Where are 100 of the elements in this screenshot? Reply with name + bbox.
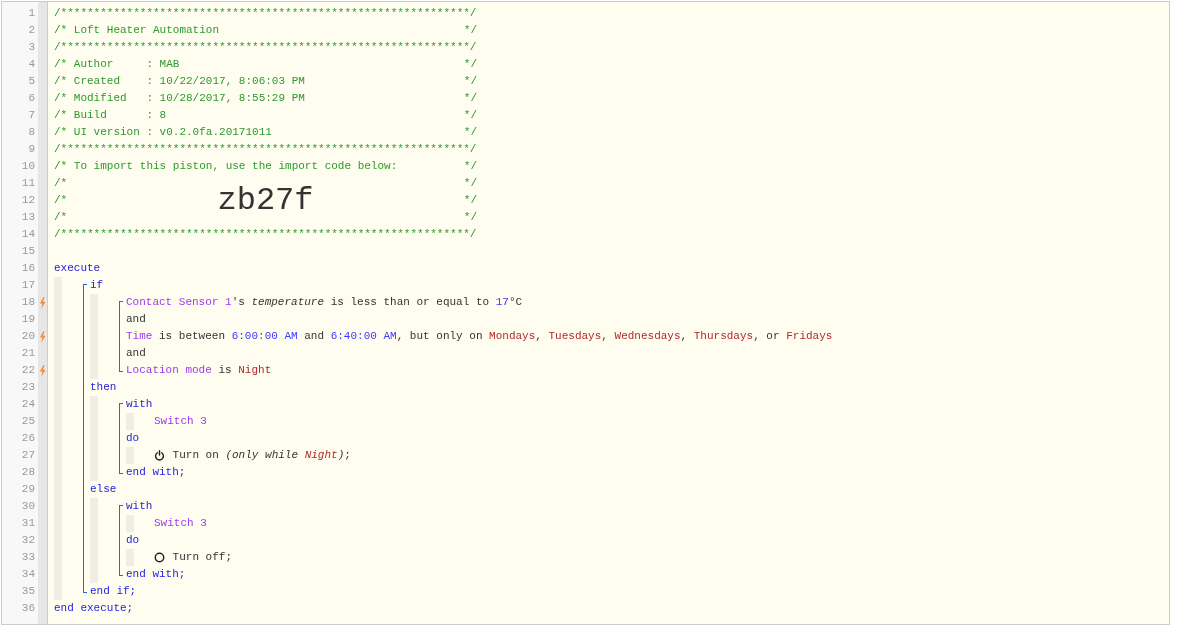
line-number: 4 bbox=[27, 57, 36, 72]
value-text: Fridays bbox=[786, 329, 833, 345]
line-number: 22 bbox=[20, 363, 36, 378]
comment-text: */ bbox=[463, 176, 477, 192]
comment-text: /* To import this piston, use the import code below: bbox=[54, 159, 398, 175]
comment-text: /**************************************************************/ bbox=[54, 40, 477, 56]
comment-text: /* Modified : 10/28/2017, 8:55:29 PM bbox=[54, 91, 305, 107]
line-number: 12 bbox=[20, 193, 36, 208]
line-number: 35 bbox=[20, 584, 36, 599]
line-number: 36 bbox=[20, 601, 36, 616]
circle-icon bbox=[154, 552, 165, 563]
comment-text: */ bbox=[463, 108, 477, 124]
attribute-name: temperature bbox=[251, 295, 325, 311]
code-note: ) bbox=[337, 448, 345, 464]
line-number: 15 bbox=[20, 244, 36, 259]
power-icon bbox=[154, 450, 165, 461]
line-number: 24 bbox=[20, 397, 36, 412]
comment-text: */ bbox=[463, 193, 477, 209]
line-number: 7 bbox=[27, 108, 36, 123]
code-text: and bbox=[126, 312, 146, 328]
line-number: 10 bbox=[20, 159, 36, 174]
comment-text: /**************************************************************/ bbox=[54, 142, 477, 158]
comment-text: /**************************************************************/ bbox=[54, 6, 477, 22]
import-code: zb27f bbox=[217, 185, 314, 216]
line-number: 27 bbox=[20, 448, 36, 463]
comment-text: /* Loft Heater Automation bbox=[54, 23, 220, 39]
line-number: 6 bbox=[27, 91, 36, 106]
code-text: , or bbox=[753, 329, 781, 345]
comment-text: */ bbox=[463, 91, 477, 107]
code-text: ; bbox=[344, 448, 351, 464]
line-number: 19 bbox=[20, 312, 36, 327]
value-text: Wednesdays bbox=[614, 329, 681, 345]
comment-text: /* Build : 8 bbox=[54, 108, 167, 124]
keyword: with bbox=[126, 397, 153, 413]
number-value: 6:00:00 AM bbox=[231, 329, 298, 345]
line-number: 30 bbox=[20, 499, 36, 514]
code-text: 's bbox=[231, 295, 246, 311]
comment-text: */ bbox=[463, 57, 477, 73]
line-number: 1 bbox=[27, 6, 36, 21]
code-text: is bbox=[217, 363, 233, 379]
line-number: 32 bbox=[20, 533, 36, 548]
block-bracket bbox=[119, 301, 123, 372]
lightning-icon bbox=[39, 296, 46, 309]
comment-text: */ bbox=[463, 125, 477, 141]
block-bracket bbox=[119, 403, 123, 474]
code-text: , but only on bbox=[396, 329, 484, 345]
value-text: Night bbox=[304, 448, 338, 464]
keyword: execute bbox=[54, 261, 101, 277]
comment-text: /* UI version : v0.2.0fa.20171011 bbox=[54, 125, 272, 141]
code-text: , bbox=[680, 329, 689, 345]
line-number: 28 bbox=[20, 465, 36, 480]
comment-text: */ bbox=[463, 74, 477, 90]
line-number: 9 bbox=[27, 142, 36, 157]
line-number: 29 bbox=[20, 482, 36, 497]
line-number: 16 bbox=[20, 261, 36, 276]
block-bracket bbox=[119, 505, 123, 576]
line-number: 20 bbox=[20, 329, 36, 344]
line-number: 14 bbox=[20, 227, 36, 242]
keyword: end with; bbox=[126, 465, 186, 481]
keyword: with bbox=[126, 499, 153, 515]
code-text: , bbox=[601, 329, 609, 345]
line-number: 3 bbox=[27, 40, 36, 55]
code-text: and bbox=[126, 346, 146, 362]
lightning-icon bbox=[39, 364, 46, 377]
number-value: 17 bbox=[495, 295, 509, 311]
device-name: Switch 3 bbox=[154, 516, 207, 532]
line-number: 33 bbox=[20, 550, 36, 565]
comment-text: /* Created : 10/22/2017, 8:06:03 PM bbox=[54, 74, 305, 90]
comment-text: /* bbox=[54, 193, 68, 209]
value-text: Night bbox=[238, 363, 272, 379]
device-name: Contact Sensor 1 bbox=[126, 295, 232, 311]
line-number: 8 bbox=[27, 125, 36, 140]
value-text: Thursdays bbox=[693, 329, 754, 345]
code-note: (only while bbox=[225, 448, 300, 464]
comment-text: /**************************************************************/ bbox=[54, 227, 477, 243]
line-number: 31 bbox=[20, 516, 36, 531]
device-name: Time bbox=[126, 329, 153, 345]
device-name: Location mode bbox=[126, 363, 212, 379]
keyword: do bbox=[126, 431, 140, 447]
line-number: 26 bbox=[20, 431, 36, 446]
code-text: Turn off; bbox=[171, 550, 232, 566]
line-number: 23 bbox=[20, 380, 36, 395]
code-text: and bbox=[303, 329, 326, 345]
code-text: is between bbox=[158, 329, 227, 345]
value-text: Mondays bbox=[489, 329, 536, 345]
comment-text: /* bbox=[54, 210, 68, 226]
line-number: 11 bbox=[20, 176, 36, 191]
line-number: 21 bbox=[20, 346, 36, 361]
comment-text: */ bbox=[463, 159, 477, 175]
code-text: °C bbox=[508, 295, 523, 311]
keyword: end execute; bbox=[54, 601, 134, 617]
line-number: 18 bbox=[20, 295, 36, 310]
number-value: 6:40:00 AM bbox=[330, 329, 397, 345]
line-number: 17 bbox=[20, 278, 36, 293]
line-number: 25 bbox=[20, 414, 36, 429]
line-number: 34 bbox=[20, 567, 36, 582]
value-text: Tuesdays bbox=[548, 329, 602, 345]
comment-text: /* Author : MAB bbox=[54, 57, 180, 73]
code-text: , bbox=[535, 329, 543, 345]
keyword: if bbox=[90, 278, 104, 294]
